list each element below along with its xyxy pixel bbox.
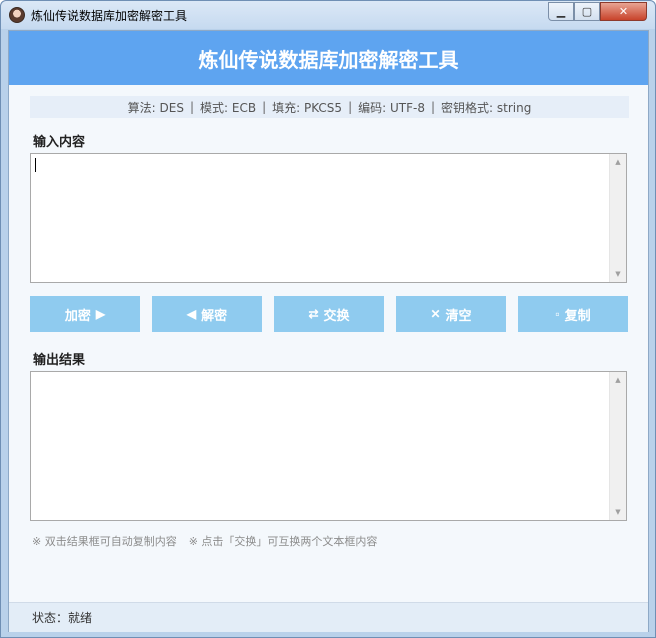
clear-button[interactable]: ✕ 清空 (396, 296, 506, 332)
status-bar: 状态：就绪 (9, 602, 648, 632)
client-area: 炼仙传说数据库加密解密工具 算法: DES | 模式: ECB | 填充: PK… (8, 30, 649, 632)
info-key-format: 密钥格式: string (441, 100, 532, 115)
copy-icon: ▫ (555, 307, 560, 321)
usage-tips: ※ 双击结果框可自动复制内容 ※ 点击「交换」可互换两个文本框内容 (32, 533, 377, 549)
copy-button[interactable]: ▫ 复制 (518, 296, 628, 332)
scroll-up-icon[interactable]: ▲ (610, 154, 626, 170)
minimize-icon: ▁ (556, 5, 566, 18)
input-scrollbar[interactable]: ▲ ▼ (609, 154, 626, 282)
scroll-down-icon[interactable]: ▼ (610, 504, 626, 520)
info-mode: 模式: ECB (200, 100, 257, 115)
scroll-down-icon[interactable]: ▼ (610, 266, 626, 282)
close-button[interactable]: ✕ (600, 2, 647, 21)
app-window: 炼仙传说数据库加密解密工具 ▁ ▢ ✕ 炼仙传说数据库加密解密工具 算法: DE… (0, 0, 656, 638)
info-padding: 填充: PKCS5 (272, 100, 343, 115)
info-separator: | (430, 100, 436, 114)
maximize-button[interactable]: ▢ (574, 2, 600, 21)
tip-double-click: ※ 双击结果框可自动复制内容 (32, 535, 177, 548)
title-bar[interactable]: 炼仙传说数据库加密解密工具 ▁ ▢ ✕ (1, 1, 655, 29)
info-separator: | (348, 100, 353, 114)
maximize-icon: ▢ (581, 5, 593, 18)
info-separator: | (189, 100, 195, 114)
info-separator: | (262, 100, 267, 114)
app-icon (9, 7, 25, 23)
decrypt-label: 解密 (201, 307, 228, 323)
swap-button[interactable]: ⇄ 交换 (274, 296, 384, 332)
output-textarea[interactable]: ▲ ▼ (30, 371, 627, 521)
text-caret (35, 158, 36, 172)
window-title: 炼仙传说数据库加密解密工具 (31, 9, 188, 23)
header-title: 炼仙传说数据库加密解密工具 (198, 47, 459, 72)
swap-arrows-icon: ⇄ (308, 307, 319, 321)
output-scrollbar[interactable]: ▲ ▼ (609, 372, 626, 520)
output-label: 输出结果 (33, 353, 86, 368)
decrypt-button[interactable]: ◀ 解密 (152, 296, 262, 332)
action-button-row: 加密 ▶ ◀ 解密 ⇄ 交换 ✕ 清空 ▫ 复制 (30, 296, 628, 332)
encrypt-button[interactable]: 加密 ▶ (30, 296, 140, 332)
play-right-icon: ▶ (95, 307, 106, 321)
minimize-button[interactable]: ▁ (548, 2, 574, 21)
tip-swap: ※ 点击「交换」可互换两个文本框内容 (188, 535, 378, 548)
info-algorithm: 算法: DES (127, 100, 184, 115)
scroll-up-icon[interactable]: ▲ (610, 372, 626, 388)
status-text: 状态：就绪 (32, 611, 93, 625)
info-encoding: 编码: UTF-8 (358, 100, 425, 115)
copy-label: 复制 (564, 307, 591, 323)
input-label: 输入内容 (33, 135, 86, 150)
swap-label: 交换 (323, 307, 350, 323)
x-icon: ✕ (430, 307, 441, 321)
play-left-icon: ◀ (186, 307, 197, 321)
input-content[interactable] (34, 157, 608, 279)
close-icon: ✕ (618, 5, 629, 18)
header-banner: 炼仙传说数据库加密解密工具 (9, 31, 648, 85)
clear-label: 清空 (445, 307, 472, 323)
output-content[interactable] (34, 375, 608, 517)
input-textarea[interactable]: ▲ ▼ (30, 153, 627, 283)
algorithm-info-bar: 算法: DES | 模式: ECB | 填充: PKCS5 | 编码: UTF-… (30, 96, 629, 118)
encrypt-label: 加密 (64, 307, 91, 323)
